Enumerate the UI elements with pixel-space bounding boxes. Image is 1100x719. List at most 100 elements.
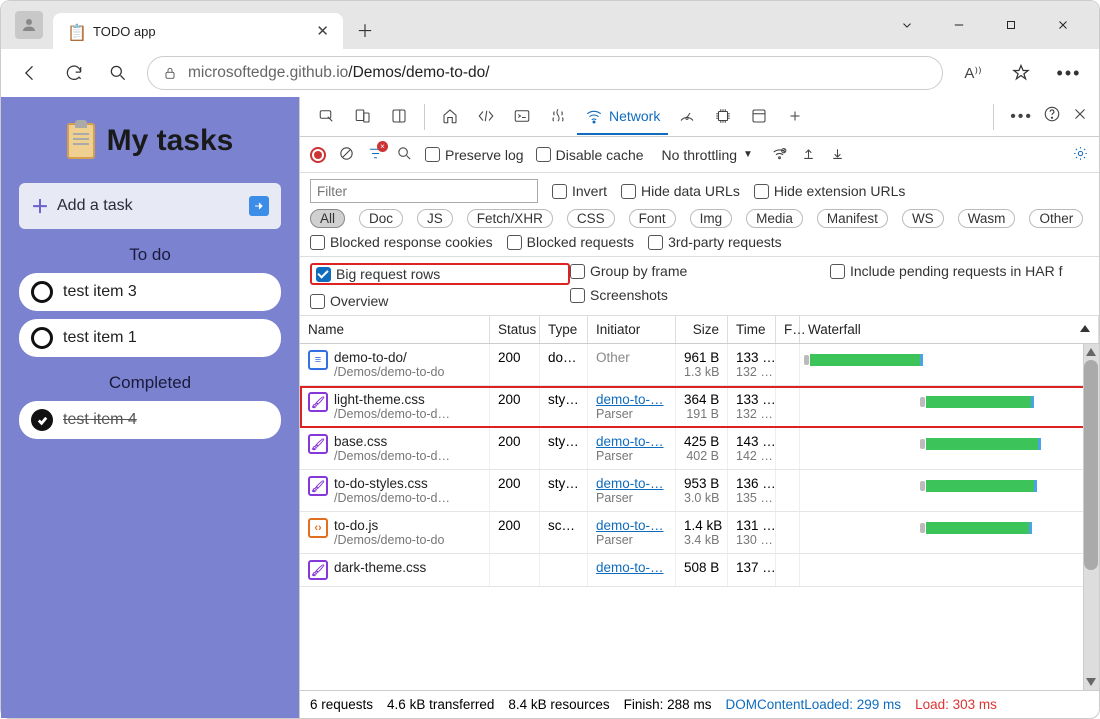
minimize-button[interactable]: [945, 11, 973, 39]
scroll-thumb[interactable]: [1084, 360, 1098, 570]
more-button[interactable]: •••: [1053, 57, 1085, 89]
blocked-cookies-checkbox[interactable]: Blocked response cookies: [310, 234, 493, 250]
col-f: F…: [776, 316, 800, 343]
completed-section-header: Completed: [19, 373, 281, 393]
todo-item[interactable]: test item 1: [19, 319, 281, 357]
maximize-button[interactable]: [997, 11, 1025, 39]
more-tabs-icon[interactable]: [778, 99, 812, 135]
checkbox-icon[interactable]: [31, 281, 53, 303]
upload-har-icon[interactable]: [800, 145, 817, 165]
invert-checkbox[interactable]: Invert: [552, 183, 607, 199]
filter-pill-all[interactable]: All: [310, 209, 345, 228]
preserve-log-checkbox[interactable]: Preserve log: [425, 147, 524, 163]
network-conditions-icon[interactable]: [771, 145, 788, 165]
hide-data-urls-checkbox[interactable]: Hide data URLs: [621, 183, 740, 199]
status-load: Load: 303 ms: [915, 697, 997, 712]
filter-pill-ws[interactable]: WS: [902, 209, 944, 228]
network-filter-bar: Invert Hide data URLs Hide extension URL…: [300, 173, 1099, 257]
big-request-rows-checkbox[interactable]: Big request rows: [316, 266, 564, 282]
overview-checkbox[interactable]: Overview: [310, 293, 570, 309]
status-dcl: DOMContentLoaded: 299 ms: [725, 697, 901, 712]
group-by-frame-checkbox[interactable]: Group by frame: [570, 263, 830, 279]
device-icon[interactable]: [346, 99, 380, 135]
new-tab-button[interactable]: ＋: [349, 13, 381, 45]
download-har-icon[interactable]: [829, 145, 846, 165]
blocked-requests-checkbox[interactable]: Blocked requests: [507, 234, 634, 250]
include-pending-checkbox[interactable]: Include pending requests in HAR f: [830, 263, 1089, 279]
plus-icon: ＋: [31, 193, 49, 219]
dock-icon[interactable]: [382, 99, 416, 135]
filter-toggle-icon[interactable]: ×: [367, 145, 384, 165]
clear-icon[interactable]: [338, 145, 355, 165]
help-icon[interactable]: [1043, 105, 1061, 128]
elements-tab[interactable]: [469, 99, 503, 135]
close-window-button[interactable]: [1049, 11, 1077, 39]
add-task-input[interactable]: ＋ Add a task: [19, 183, 281, 229]
col-name: Name: [300, 316, 490, 343]
completed-item[interactable]: test item 4: [19, 401, 281, 439]
devtools-more-icon[interactable]: •••: [1010, 108, 1033, 126]
devtools-panel: Network ••• × Preserve log Disable cache…: [299, 97, 1099, 718]
hide-ext-urls-checkbox[interactable]: Hide extension URLs: [754, 183, 906, 199]
sort-indicator-icon: [1080, 325, 1090, 332]
filter-pill-fetchxhr[interactable]: Fetch/XHR: [467, 209, 553, 228]
network-tab[interactable]: Network: [577, 99, 668, 135]
table-header[interactable]: Name Status Type Initiator Size Time F… …: [300, 316, 1099, 344]
table-row[interactable]: 🖌to-do-styles.css/Demos/demo-to-d… 200 s…: [300, 470, 1099, 512]
memory-tab[interactable]: [706, 99, 740, 135]
third-party-checkbox[interactable]: 3rd-party requests: [648, 234, 782, 250]
submit-arrow-icon[interactable]: [249, 196, 269, 216]
browser-tab[interactable]: 📋 TODO app ✕: [53, 13, 343, 49]
status-finish: Finish: 288 ms: [624, 697, 712, 712]
status-requests: 6 requests: [310, 697, 373, 712]
checkbox-icon[interactable]: [31, 327, 53, 349]
application-tab[interactable]: [742, 99, 776, 135]
disable-cache-checkbox[interactable]: Disable cache: [536, 147, 644, 163]
close-devtools-icon[interactable]: [1071, 105, 1089, 128]
scroll-up-icon[interactable]: [1086, 346, 1096, 356]
filter-pill-css[interactable]: CSS: [567, 209, 615, 228]
todo-item[interactable]: test item 3: [19, 273, 281, 311]
filter-pill-other[interactable]: Other: [1029, 209, 1083, 228]
record-button[interactable]: [310, 147, 326, 163]
doc-file-icon: ≡: [308, 350, 328, 370]
filter-pill-font[interactable]: Font: [629, 209, 676, 228]
table-row[interactable]: ≡demo-to-do//Demos/demo-to-do 200 doc… O…: [300, 344, 1099, 386]
filter-input[interactable]: [310, 179, 538, 203]
close-tab-icon[interactable]: ✕: [316, 22, 329, 40]
filter-pill-manifest[interactable]: Manifest: [817, 209, 888, 228]
table-row[interactable]: 🖌dark-theme.css demo-to-… 508 B 137 …: [300, 554, 1099, 587]
filter-pill-media[interactable]: Media: [746, 209, 803, 228]
profile-button[interactable]: [15, 11, 43, 39]
scrollbar[interactable]: [1083, 344, 1099, 690]
table-row[interactable]: 🖌base.css/Demos/demo-to-d… 200 styl… dem…: [300, 428, 1099, 470]
css-file-icon: 🖌: [308, 476, 328, 496]
read-aloud-button[interactable]: A⁾⁾: [957, 57, 989, 89]
console-tab[interactable]: [505, 99, 539, 135]
checkbox-checked-icon[interactable]: [31, 409, 53, 431]
throttling-select[interactable]: No throttling ▼: [656, 145, 759, 165]
table-row[interactable]: ‹›to-do.js/Demos/demo-to-do 200 script d…: [300, 512, 1099, 554]
search-button[interactable]: [103, 58, 133, 88]
devtools-tabs: Network •••: [300, 97, 1099, 137]
filter-pill-js[interactable]: JS: [417, 209, 453, 228]
welcome-tab[interactable]: [433, 99, 467, 135]
performance-tab[interactable]: [670, 99, 704, 135]
css-file-icon: 🖌: [308, 560, 328, 580]
table-row[interactable]: 🖌light-theme.css/Demos/demo-to-d… 200 st…: [300, 386, 1099, 428]
url-input[interactable]: microsoftedge.github.io/Demos/demo-to-do…: [147, 56, 943, 90]
search-icon[interactable]: [396, 145, 413, 165]
favorite-button[interactable]: [1005, 57, 1037, 89]
scroll-down-icon[interactable]: [1086, 678, 1096, 688]
screenshots-checkbox[interactable]: Screenshots: [570, 287, 830, 303]
refresh-button[interactable]: [59, 58, 89, 88]
filter-pill-img[interactable]: Img: [690, 209, 733, 228]
network-settings-icon[interactable]: [1072, 145, 1089, 165]
caret-down-icon[interactable]: [893, 11, 921, 39]
sources-tab[interactable]: [541, 99, 575, 135]
todo-app-page: My tasks ＋ Add a task To do test item 3t…: [1, 97, 299, 718]
filter-pill-wasm[interactable]: Wasm: [958, 209, 1016, 228]
filter-pill-doc[interactable]: Doc: [359, 209, 403, 228]
back-button[interactable]: [15, 58, 45, 88]
inspect-icon[interactable]: [310, 99, 344, 135]
